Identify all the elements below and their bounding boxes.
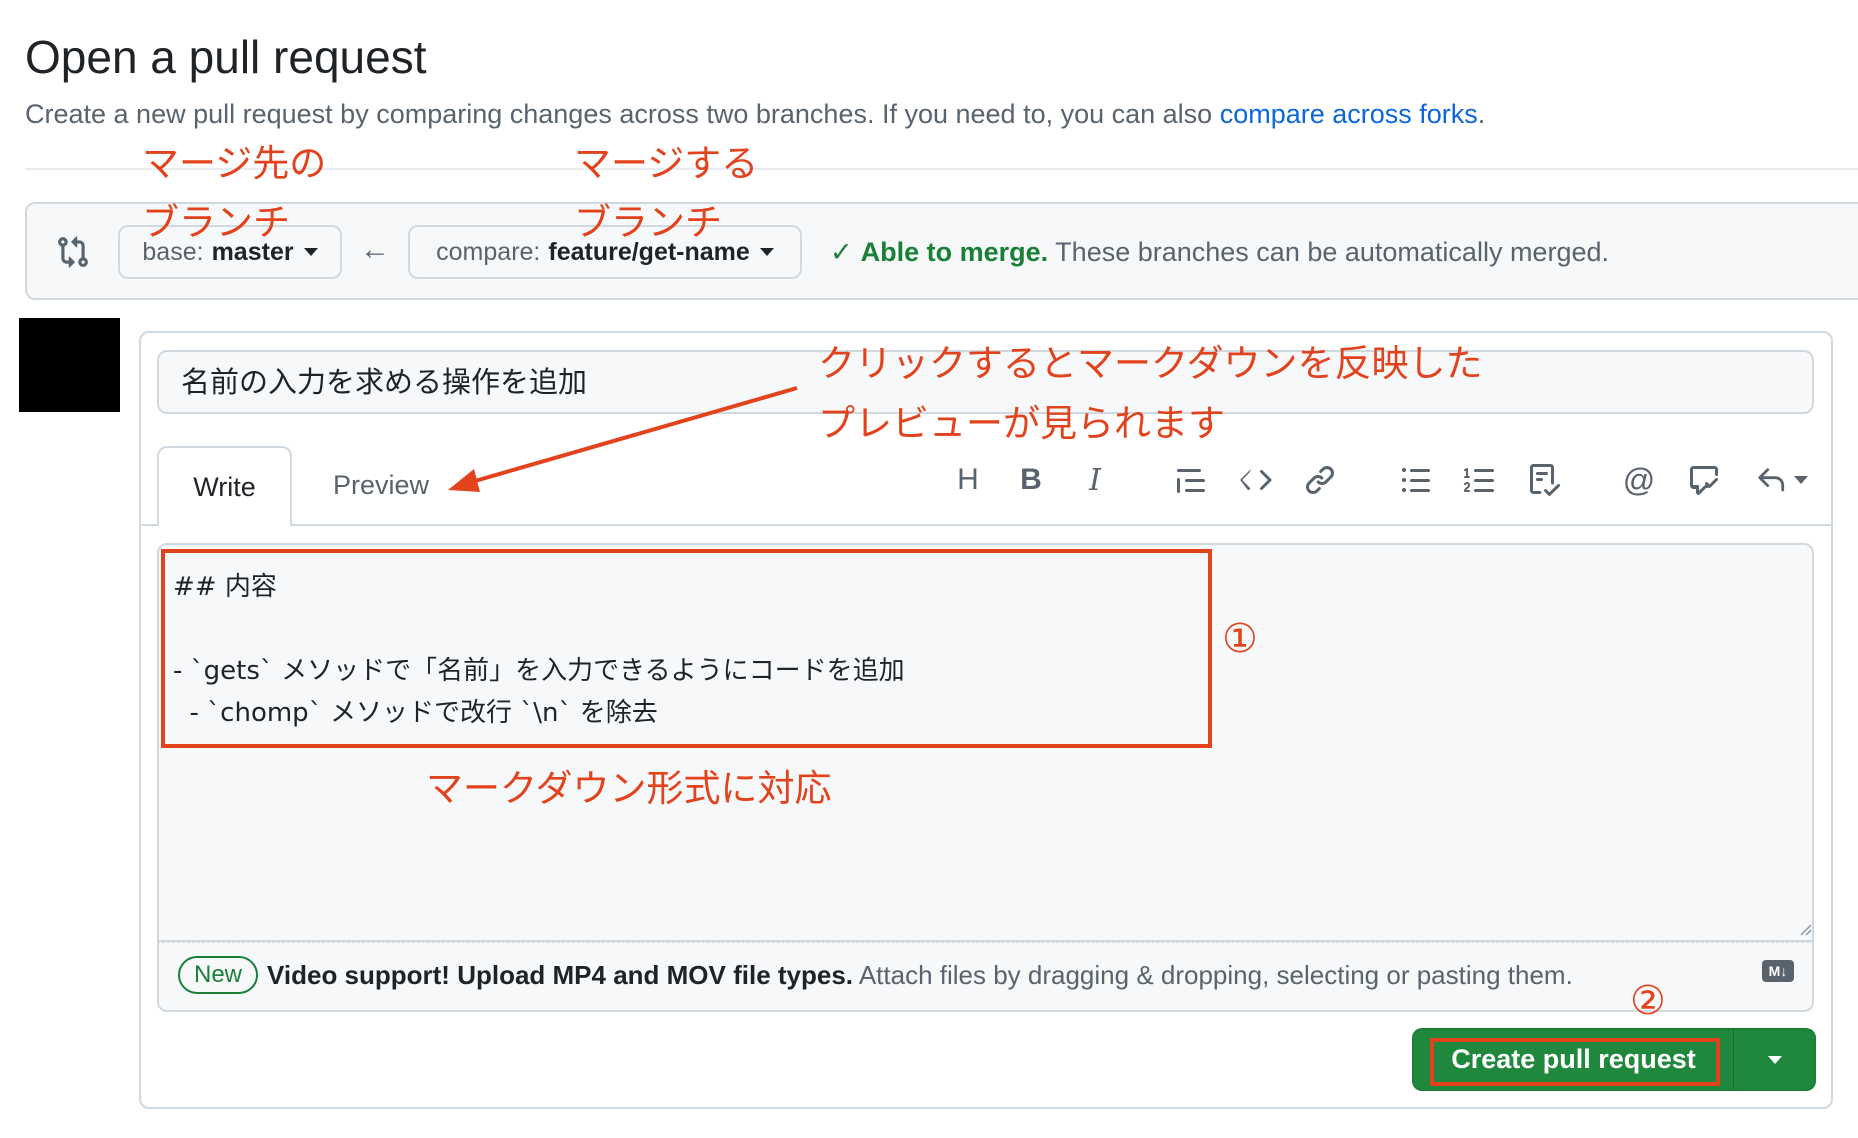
link-icon [1305, 465, 1335, 495]
page-subtitle: Create a new pull request by comparing c… [25, 99, 1485, 130]
chevron-down-icon [303, 248, 318, 256]
unordered-list-button[interactable] [1396, 460, 1436, 500]
compare-across-forks-link[interactable]: compare across forks [1220, 99, 1478, 129]
cross-reference-button[interactable] [1684, 460, 1724, 500]
annotation-step-1: ① [1222, 616, 1258, 662]
ordered-list-icon [1464, 468, 1494, 492]
check-icon: ✓ [830, 237, 853, 267]
unordered-list-icon [1402, 468, 1430, 492]
chevron-down-icon [759, 248, 774, 256]
annotation-preview-line2: プレビューが見られます [818, 402, 1225, 445]
task-list-button[interactable] [1524, 460, 1564, 500]
new-badge: New [178, 956, 258, 994]
annotation-arrow [448, 386, 798, 492]
page-title: Open a pull request [25, 31, 427, 83]
ordered-list-button[interactable] [1460, 460, 1500, 500]
code-button[interactable] [1236, 460, 1276, 500]
reply-button[interactable] [1752, 460, 1812, 500]
italic-button[interactable]: I [1075, 460, 1115, 500]
merge-desc-text: These branches can be automatically merg… [1048, 237, 1609, 267]
reply-icon [1758, 468, 1785, 492]
cross-reference-icon [1690, 466, 1718, 496]
code-icon [1240, 470, 1272, 490]
chevron-down-icon [1768, 1055, 1782, 1064]
link-button[interactable] [1300, 460, 1340, 500]
annotation-compare-line2: ブランチ [574, 201, 722, 244]
mention-button[interactable]: @ [1619, 460, 1659, 500]
heading-button[interactable]: H [948, 460, 988, 500]
bold-button[interactable]: B [1011, 460, 1051, 500]
annotation-step-2: ② [1630, 978, 1666, 1024]
tab-preview[interactable]: Preview [333, 470, 429, 501]
annotation-base-line1: マージ先の [142, 142, 327, 185]
markdown-icon[interactable]: M↓ [1762, 960, 1794, 982]
tab-write[interactable]: Write [157, 446, 292, 526]
quote-icon [1177, 469, 1205, 493]
annotation-markdown-note: マークダウン形式に対応 [426, 767, 832, 810]
subtitle-text: Create a new pull request by comparing c… [25, 99, 1220, 129]
subtitle-end: . [1477, 99, 1486, 129]
compare-branch-label: compare: [436, 237, 541, 266]
annotation-compare-line1: マージする [574, 142, 759, 185]
tab-bar-divider [141, 524, 1831, 526]
merge-ok-text: Able to merge. [860, 237, 1049, 267]
video-support-text: Video support! Upload MP4 and MOV file t… [267, 960, 854, 990]
arrow-left-icon: ← [360, 233, 390, 266]
annotation-body-highlight [161, 549, 1212, 748]
annotation-preview-line1: クリックするとマークダウンを反映した [818, 342, 1483, 385]
git-compare-icon [58, 236, 88, 268]
merge-status: ✓ Able to merge. These branches can be au… [830, 237, 1609, 268]
create-pr-options-button[interactable] [1734, 1028, 1816, 1091]
attach-instructions: Attach files by dragging & dropping, sel… [853, 960, 1573, 990]
attach-files-text: Video support! Upload MP4 and MOV file t… [267, 960, 1573, 991]
task-list-icon [1530, 464, 1560, 496]
annotation-submit-highlight [1430, 1038, 1720, 1086]
avatar [19, 318, 120, 412]
quote-button[interactable] [1171, 460, 1211, 500]
resize-handle-icon[interactable] [1796, 920, 1812, 936]
chevron-down-icon [1794, 476, 1808, 484]
annotation-base-line2: ブランチ [142, 201, 290, 244]
